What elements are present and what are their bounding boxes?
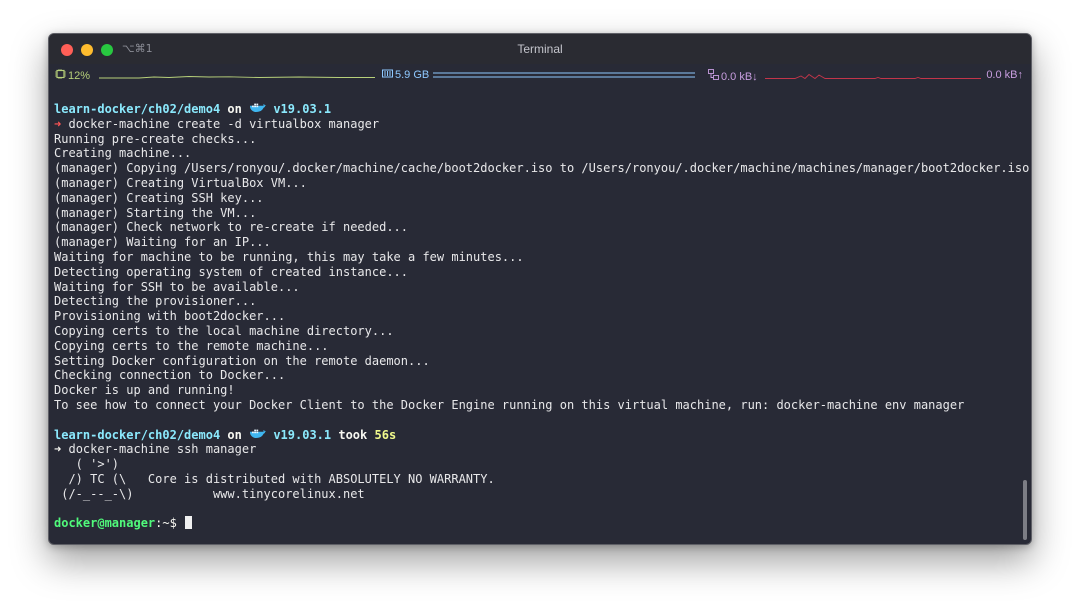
output-line: (manager) Creating SSH key... <box>54 190 264 205</box>
output-line: Creating machine... <box>54 146 192 161</box>
network-up-value: 0.0 kB↑ <box>986 69 1023 81</box>
output-line: /) TC (\ Core is distributed with ABSOLU… <box>54 471 495 486</box>
ssh-banner: ( '>') /) TC (\ Core is distributed with… <box>54 457 1017 501</box>
memory-icon <box>382 69 393 81</box>
command-line: ➜ docker-machine create -d virtualbox ma… <box>54 117 1017 132</box>
cpu-value: 12% <box>68 70 91 82</box>
prompt-path: learn-docker/ch02/demo4 <box>54 427 221 442</box>
output-line: Detecting operating system of created in… <box>54 264 409 279</box>
command-output: Running pre-create checks... Creating mac… <box>54 131 1032 413</box>
window-title: Terminal <box>517 42 563 56</box>
prompt-line: learn-docker/ch02/demo4 on v19.03.1 took… <box>54 428 1017 443</box>
docker-whale-icon <box>249 102 267 114</box>
prompt-on: on <box>227 102 242 116</box>
prompt-path: learn-docker/ch02/demo4 <box>54 102 221 116</box>
output-line: (manager) Starting the VM... <box>54 205 257 220</box>
title-bar[interactable]: ⌥⌘1 Terminal <box>49 34 1031 64</box>
terminal-window: ⌥⌘1 Terminal 12% 5.9 GB 0.0 kB↓ 0.0 kB↑ <box>48 33 1032 545</box>
output-line: (manager) Waiting for an IP... <box>54 235 271 250</box>
output-line: Copying certs to the local machine direc… <box>54 323 394 338</box>
output-line: (manager) Creating VirtualBox VM... <box>54 175 307 190</box>
user-host: docker@manager <box>54 516 156 531</box>
scrollbar[interactable] <box>1019 86 1029 542</box>
prompt-duration: 56s <box>374 427 397 442</box>
prompt-took: took <box>338 427 368 442</box>
docker-whale-icon <box>249 428 267 440</box>
prompt-arrow: ➜ <box>54 442 62 457</box>
network-down-status: 0.0 kB↓ <box>708 69 758 83</box>
network-graph <box>765 73 981 80</box>
command-text: docker-machine create -d virtualbox mana… <box>68 116 380 131</box>
command-line: ➜ docker-machine ssh manager <box>54 442 1017 457</box>
memory-status: 5.9 GB <box>382 69 429 81</box>
terminal-output[interactable]: learn-docker/ch02/demo4 on v19.03.1 ➜ do… <box>54 102 1032 544</box>
scroll-thumb[interactable] <box>1023 480 1027 540</box>
prompt-version: v19.03.1 <box>273 102 332 116</box>
output-line: (/-_--_-\) www.tinycorelinux.net <box>54 486 365 501</box>
text-cursor <box>185 516 193 530</box>
memory-graph <box>433 72 695 78</box>
output-line: Checking connection to Docker... <box>54 368 286 383</box>
output-line: Setting Docker configuration on the remo… <box>54 353 430 368</box>
prompt-arrow: ➜ <box>54 116 62 131</box>
chip-icon <box>55 69 66 82</box>
shell-prompt-line[interactable]: docker@manager:~$ <box>54 516 1017 531</box>
network-down-value: 0.0 kB↓ <box>721 71 758 83</box>
output-line: Detecting the provisioner... <box>54 294 257 309</box>
output-line: ( '>') <box>54 457 120 472</box>
output-line: Waiting for machine to be running, this … <box>54 249 524 264</box>
output-line: (manager) Check network to re-create if … <box>54 220 409 235</box>
output-line: Docker is up and running! <box>54 383 235 398</box>
cpu-graph <box>99 76 375 79</box>
output-line: Running pre-create checks... <box>54 131 257 146</box>
prompt-symbol: :~$ <box>155 516 177 531</box>
output-line: To see how to connect your Docker Client… <box>54 397 965 412</box>
command-text: docker-machine ssh manager <box>68 442 257 457</box>
cpu-status: 12% <box>55 69 90 82</box>
output-line: Provisioning with boot2docker... <box>54 309 286 324</box>
output-line: Copying certs to the remote machine... <box>54 338 329 353</box>
prompt-on: on <box>227 427 242 442</box>
prompt-line: learn-docker/ch02/demo4 on v19.03.1 <box>54 102 1017 117</box>
output-line: (manager) Copying /Users/ronyou/.docker/… <box>54 161 1032 176</box>
memory-value: 5.9 GB <box>395 69 430 81</box>
output-line: Waiting for SSH to be available... <box>54 279 300 294</box>
prompt-version: v19.03.1 <box>273 427 332 442</box>
network-icon <box>708 69 719 83</box>
